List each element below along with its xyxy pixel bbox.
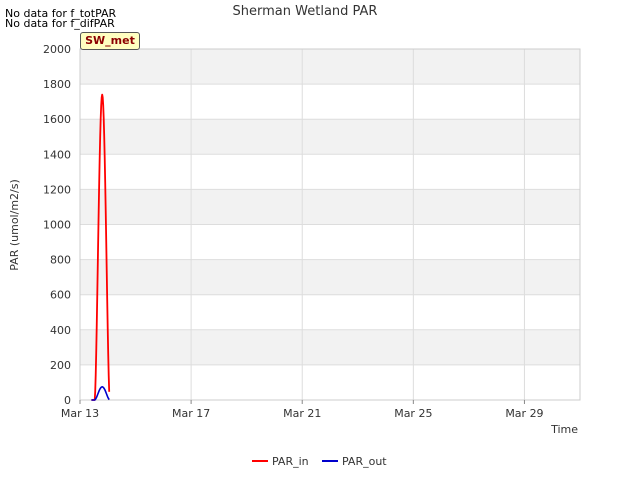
x-axis-ticks: Mar 13 Mar 17 Mar 21 Mar 25 Mar 29 [61,400,544,420]
band [80,189,580,225]
y-tick-label: 1200 [43,183,71,196]
legend-label-par-in: PAR_in [272,455,309,468]
y-tick-label: 1800 [43,78,71,91]
y-axis-label: PAR (umol/m2/s) [8,179,21,271]
x-tick-label: Mar 21 [283,407,321,420]
y-tick-label: 2000 [43,43,71,56]
y-tick-label: 0 [64,394,71,407]
band [80,259,580,295]
legend-label-par-out: PAR_out [342,455,387,468]
y-axis-ticks: 0 200 400 600 800 1000 1200 1400 1600 1800 2000 [43,43,71,407]
y-tick-label: 200 [50,359,71,372]
y-tick-label: 600 [50,289,71,302]
x-tick-label: Mar 29 [505,407,543,420]
x-tick-label: Mar 13 [61,407,99,420]
y-tick-label: 1000 [43,219,71,232]
par-chart: 0 200 400 600 800 1000 1200 1400 1600 1800 2000 Ma… [8,4,581,468]
chart-title: Sherman Wetland PAR [233,4,378,19]
x-tick-label: Mar 25 [394,407,432,420]
no-data-note-difpar: No data for f_difPAR [5,17,115,30]
site-badge: SW_met [80,32,140,50]
band [80,329,580,365]
x-axis-label: Time [550,423,578,436]
x-tick-label: Mar 17 [172,407,210,420]
y-tick-label: 1400 [43,148,71,161]
y-tick-label: 400 [50,324,71,337]
band [80,119,580,155]
legend: PAR_in PAR_out [252,455,387,468]
y-tick-label: 1600 [43,113,71,126]
y-tick-label: 800 [50,254,71,267]
band [80,49,580,85]
